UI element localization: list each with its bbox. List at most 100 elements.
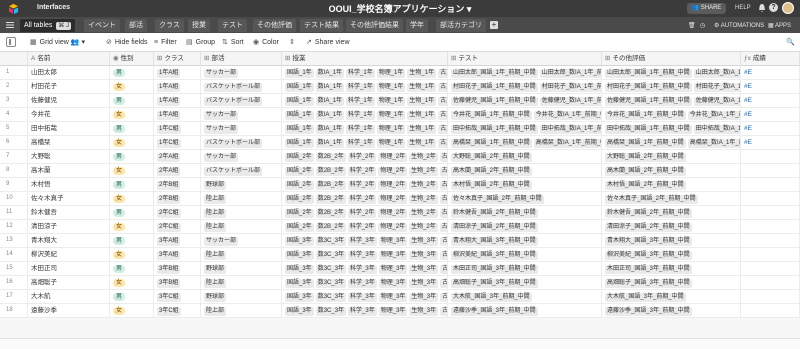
cell-class[interactable]: 3年C組 bbox=[154, 304, 201, 318]
cell-others[interactable]: 佐藤健児_国語_1年_前期_中間佐藤健児_数IA_1年_ bbox=[602, 94, 741, 108]
automations-button[interactable]: ⚙ AUTOMATIONS bbox=[714, 22, 764, 29]
cell-others[interactable]: 大野聡_国語_2年_前期_中間 bbox=[602, 150, 741, 164]
cell-others[interactable]: 鈴木健吾_国語_2年_前期_中間 bbox=[602, 206, 741, 220]
cell-grade[interactable]: #E bbox=[741, 66, 800, 80]
cell-name[interactable]: 山田太郎 bbox=[28, 66, 110, 80]
row-number[interactable]: 13 bbox=[0, 234, 28, 248]
table-row[interactable]: 1 山田太郎男 1年A組 サッカー部 国語_1年 数IA_1年 科学_1年 物理_1年 生物_1… bbox=[0, 66, 800, 80]
cell-class[interactable]: 3年A組 bbox=[154, 248, 201, 262]
cell-grade[interactable]: #E bbox=[741, 94, 800, 108]
cell-name[interactable]: 高畑聡子 bbox=[28, 276, 110, 290]
cell-name[interactable]: 今井花 bbox=[28, 108, 110, 122]
cell-lessons[interactable]: 国語_2年数2B_2年科学_2年物理_2年生物_2年古文_2年 bbox=[282, 192, 448, 206]
row-number[interactable]: 5 bbox=[0, 122, 28, 136]
search-icon[interactable]: 🔍 bbox=[786, 38, 795, 47]
share-button[interactable]: 👥 SHARE bbox=[687, 3, 726, 14]
apps-button[interactable]: ▦ APPS bbox=[768, 22, 791, 29]
tab-other-eval[interactable]: その他評価 bbox=[253, 19, 296, 32]
app-logo-icon[interactable] bbox=[8, 3, 19, 14]
row-height-button[interactable]: ⇕ bbox=[289, 38, 298, 47]
question-icon[interactable]: ? bbox=[769, 3, 778, 12]
row-number[interactable]: 9 bbox=[0, 178, 28, 192]
table-row[interactable]: 9木村悟男 2年B組 野球部 国語_2年数2B_2年科学_2年物理_2年生物_2年古文… bbox=[0, 178, 800, 192]
cell-lessons[interactable]: 国語_1年数IA_1年科学_1年物理_1年生物_1年古文_1年 bbox=[282, 94, 448, 108]
user-avatar[interactable] bbox=[782, 2, 794, 14]
cell-tests[interactable]: 清田涼子_国語_2年_前期_中間 bbox=[448, 220, 602, 234]
cell-grade[interactable] bbox=[741, 234, 800, 248]
row-number[interactable]: 4 bbox=[0, 108, 28, 122]
row-number[interactable]: 7 bbox=[0, 150, 28, 164]
table-row[interactable]: 4 今井花女 1年A組 サッカー部 国語_1年 数IA_1年 科学_1年 物理_1年 生物_1年… bbox=[0, 108, 800, 122]
cell-club[interactable]: サッカー部 bbox=[201, 108, 282, 122]
cell-class[interactable]: 3年A組 bbox=[154, 234, 201, 248]
cell-others[interactable]: 大木航_国語_3年_前期_中間 bbox=[602, 290, 741, 304]
cell-club[interactable]: サッカー部 bbox=[201, 122, 282, 136]
row-number[interactable]: 3 bbox=[0, 94, 28, 108]
cell-gender[interactable]: 女 bbox=[110, 136, 154, 150]
cell-name[interactable]: 佐々木真子 bbox=[28, 192, 110, 206]
tab-club[interactable]: 部活 bbox=[125, 19, 147, 32]
cell-lessons[interactable]: 国語_3年数3C_3年科学_3年物理_3年生物_3年古文_3年 bbox=[282, 276, 448, 290]
tab-club-category[interactable]: 部活カテゴリ bbox=[436, 19, 486, 32]
cell-class[interactable]: 2年A組 bbox=[154, 164, 201, 178]
row-number[interactable]: 17 bbox=[0, 290, 28, 304]
cell-tests[interactable]: 大野聡_国語_2年_前期_中間 bbox=[448, 150, 602, 164]
header-select-all[interactable] bbox=[0, 52, 28, 66]
cell-name[interactable]: 田中拓哉 bbox=[28, 122, 110, 136]
cell-grade[interactable] bbox=[741, 164, 800, 178]
trash-icon[interactable]: 🗑 bbox=[688, 22, 696, 29]
cell-name[interactable]: 佐藤健児 bbox=[28, 94, 110, 108]
row-number[interactable]: 11 bbox=[0, 206, 28, 220]
cell-lessons[interactable]: 国語_1年数IA_1年科学_1年物理_1年生物_1年古文_1年 bbox=[282, 136, 448, 150]
cell-name[interactable]: 高木蘭 bbox=[28, 164, 110, 178]
cell-others[interactable]: 木村悟_国語_2年_前期_中間 bbox=[602, 178, 741, 192]
cell-lessons[interactable]: 国語_1年数IA_1年科学_1年物理_1年生物_1年古文_1年 bbox=[282, 66, 448, 80]
cell-class[interactable]: 2年C組 bbox=[154, 220, 201, 234]
table-row[interactable]: 16 高畑聡子女 3年B組 陸上部 国語_3年 数3C_3年 科学_3年 物理_3年 生物_3年… bbox=[0, 276, 800, 290]
cell-class[interactable]: 2年A組 bbox=[154, 150, 201, 164]
cell-name[interactable]: 大野聡 bbox=[28, 150, 110, 164]
cell-grade[interactable]: #E bbox=[741, 80, 800, 94]
cell-tests[interactable]: 佐々木真子_国語_2年_前期_中間 bbox=[448, 192, 602, 206]
cell-others[interactable]: 山田太郎_国語_1年_前期_中間山田太郎_数IA_1年_ bbox=[602, 66, 741, 80]
table-row[interactable]: 8 高木蘭女 2年A組 バスケットボール部 国語_2年 数2B_2年 科学_2年 物理_2年生… bbox=[0, 164, 800, 178]
cell-grade[interactable] bbox=[741, 304, 800, 318]
cell-grade[interactable] bbox=[741, 150, 800, 164]
cell-tests[interactable]: 高畑聡子_国語_3年_前期_中間 bbox=[448, 276, 602, 290]
table-row[interactable]: 7 大野聡男 2年A組 サッカー部 国語_2年 数2B_2年 科学_2年 物理_2年 生物_2年… bbox=[0, 150, 800, 164]
cell-club[interactable]: 野球部 bbox=[201, 290, 282, 304]
cell-others[interactable]: 高畑聡子_国語_3年_前期_中間 bbox=[602, 276, 741, 290]
cell-grade[interactable] bbox=[741, 220, 800, 234]
cell-grade[interactable] bbox=[741, 290, 800, 304]
header-name[interactable]: A 名前 bbox=[28, 52, 110, 66]
cell-name[interactable]: 青木翔大 bbox=[28, 234, 110, 248]
cell-class[interactable]: 1年A組 bbox=[154, 108, 201, 122]
tab-class[interactable]: クラス bbox=[155, 19, 184, 32]
table-row[interactable]: 12 清田涼子女 2年C組 陸上部 国語_2年 数2B_2年 科学_2年 物理_2年 生物_2年… bbox=[0, 220, 800, 234]
header-club[interactable]: ⊞ 部活 bbox=[201, 52, 282, 66]
cell-grade[interactable]: #E bbox=[741, 108, 800, 122]
table-row[interactable]: 11 鈴木健吾男 2年C組 陸上部 国語_2年 数2B_2年 科学_2年 物理_2年 生物_2年… bbox=[0, 206, 800, 220]
header-class[interactable]: ⊞ クラス bbox=[154, 52, 201, 66]
cell-lessons[interactable]: 国語_1年数IA_1年科学_1年物理_1年生物_1年古文_1年 bbox=[282, 122, 448, 136]
cell-others[interactable]: 田中拓哉_国語_1年_前期_中間田中拓哉_数IA_1年_前期 bbox=[602, 122, 741, 136]
cell-club[interactable]: 陸上部 bbox=[201, 248, 282, 262]
cell-club[interactable]: 野球部 bbox=[201, 262, 282, 276]
cell-gender[interactable]: 女 bbox=[110, 248, 154, 262]
cell-grade[interactable] bbox=[741, 192, 800, 206]
cell-class[interactable]: 3年B組 bbox=[154, 262, 201, 276]
header-other-eval[interactable]: ⊞ その他評価 bbox=[602, 52, 741, 66]
cell-tests[interactable]: 柳沢美紀_国語_3年_前期_中間 bbox=[448, 248, 602, 262]
cell-name[interactable]: 木村悟 bbox=[28, 178, 110, 192]
cell-club[interactable]: バスケットボール部 bbox=[201, 94, 282, 108]
cell-lessons[interactable]: 国語_2年数2B_2年科学_2年物理_2年生物_2年古文_2年 bbox=[282, 164, 448, 178]
cell-grade[interactable]: #E bbox=[741, 136, 800, 150]
share-view-button[interactable]: ↗ Share view bbox=[306, 38, 350, 47]
cell-tests[interactable]: 鈴木健吾_国語_2年_前期_中間 bbox=[448, 206, 602, 220]
table-row[interactable]: 5 田中拓哉男 1年C組 サッカー部 国語_1年 数IA_1年 科学_1年 物理_1年 生物_1… bbox=[0, 122, 800, 136]
cell-grade[interactable] bbox=[741, 248, 800, 262]
cell-gender[interactable]: 女 bbox=[110, 304, 154, 318]
cell-name[interactable]: 木田正司 bbox=[28, 262, 110, 276]
header-gender[interactable]: ◉ 性別 bbox=[110, 52, 154, 66]
cell-others[interactable]: 高橋栞_国語_1年_前期_中間高橋栞_数IA_1年_前期 bbox=[602, 136, 741, 150]
